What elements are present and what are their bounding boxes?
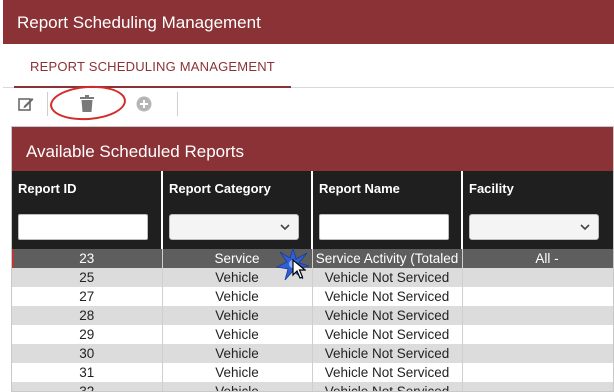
column-header-facility[interactable]: Facility <box>462 171 613 205</box>
table-row[interactable]: 27 Vehicle Vehicle Not Serviced <box>12 287 613 306</box>
table-row[interactable]: 23 Service Service Activity (Totaled All… <box>12 249 613 268</box>
column-header-report-id[interactable]: Report ID <box>12 171 163 205</box>
edit-button[interactable] <box>16 94 36 114</box>
filter-cell <box>312 205 463 249</box>
scheduled-reports-panel: Available Scheduled Reports Report ID Re… <box>11 126 614 392</box>
cell-report-id: 30 <box>12 344 163 363</box>
column-header-report-category[interactable]: Report Category <box>162 171 313 205</box>
table-row[interactable]: 28 Vehicle Vehicle Not Serviced <box>12 306 613 325</box>
table-header-row: Report ID Report Category Report Name Fa… <box>12 171 613 205</box>
cell-facility <box>462 306 613 325</box>
panel-title: Available Scheduled Reports <box>12 127 613 171</box>
page-title: Report Scheduling Management <box>17 13 261 32</box>
cell-report-name: Vehicle Not Serviced <box>312 344 463 363</box>
column-header-report-name[interactable]: Report Name <box>312 171 463 205</box>
cell-report-id: 25 <box>12 268 163 287</box>
cell-report-id: 23 <box>12 249 163 268</box>
cell-report-category: Vehicle <box>162 287 313 306</box>
report-name-filter-input[interactable] <box>319 214 449 240</box>
cell-report-name: Vehicle Not Serviced <box>312 287 463 306</box>
table-row[interactable]: 32 Vehicle Vehicle Not Serviced <box>12 382 613 391</box>
app-header: Report Scheduling Management <box>3 0 614 44</box>
cell-report-category: Vehicle <box>162 325 313 344</box>
filter-row <box>12 205 613 249</box>
tab-strip: REPORT SCHEDULING MANAGEMENT <box>3 44 614 88</box>
tab-label: REPORT SCHEDULING MANAGEMENT <box>30 59 275 74</box>
cell-report-id: 28 <box>12 306 163 325</box>
cell-report-category: Vehicle <box>162 363 313 382</box>
filter-cell <box>162 205 313 249</box>
add-button[interactable] <box>134 94 154 114</box>
cell-report-name: Vehicle Not Serviced <box>312 268 463 287</box>
add-circle-icon <box>136 96 152 112</box>
cell-report-category: Vehicle <box>162 382 313 391</box>
chevron-down-icon <box>280 224 290 231</box>
cell-facility <box>462 344 613 363</box>
chevron-down-icon <box>580 224 590 231</box>
cell-facility <box>462 325 613 344</box>
reports-table: Report ID Report Category Report Name Fa… <box>12 171 613 391</box>
report-id-filter-input[interactable] <box>18 214 148 240</box>
filter-cell <box>462 205 613 249</box>
cell-report-name: Vehicle Not Serviced <box>312 325 463 344</box>
cell-report-name: Vehicle Not Serviced <box>312 363 463 382</box>
cell-report-category: Vehicle <box>162 306 313 325</box>
table-row[interactable]: 30 Vehicle Vehicle Not Serviced <box>12 344 613 363</box>
filter-cell <box>12 205 163 249</box>
cell-facility <box>462 363 613 382</box>
cell-facility <box>462 382 613 391</box>
toolbar-divider <box>47 92 48 116</box>
cell-report-id: 29 <box>12 325 163 344</box>
cell-report-name: Vehicle Not Serviced <box>312 382 463 391</box>
cell-report-id: 32 <box>12 382 163 391</box>
cell-facility <box>462 268 613 287</box>
facility-filter-select[interactable] <box>469 214 599 240</box>
cell-report-name: Vehicle Not Serviced <box>312 306 463 325</box>
table-row[interactable]: 29 Vehicle Vehicle Not Serviced <box>12 325 613 344</box>
edit-icon <box>18 98 34 111</box>
table-row[interactable]: 25 Vehicle Vehicle Not Serviced <box>12 268 613 287</box>
cell-report-category: Vehicle <box>162 344 313 363</box>
cell-report-name: Service Activity (Totaled <box>312 249 463 268</box>
toolbar-divider <box>177 92 178 116</box>
mouse-pointer-icon <box>292 259 306 279</box>
table-row[interactable]: 31 Vehicle Vehicle Not Serviced <box>12 363 613 382</box>
cell-facility <box>462 287 613 306</box>
report-category-filter-select[interactable] <box>169 214 299 240</box>
cell-facility: All - <box>462 249 613 268</box>
tab-report-scheduling-management[interactable]: REPORT SCHEDULING MANAGEMENT <box>14 44 291 88</box>
cell-report-id: 27 <box>12 287 163 306</box>
cell-report-id: 31 <box>12 363 163 382</box>
